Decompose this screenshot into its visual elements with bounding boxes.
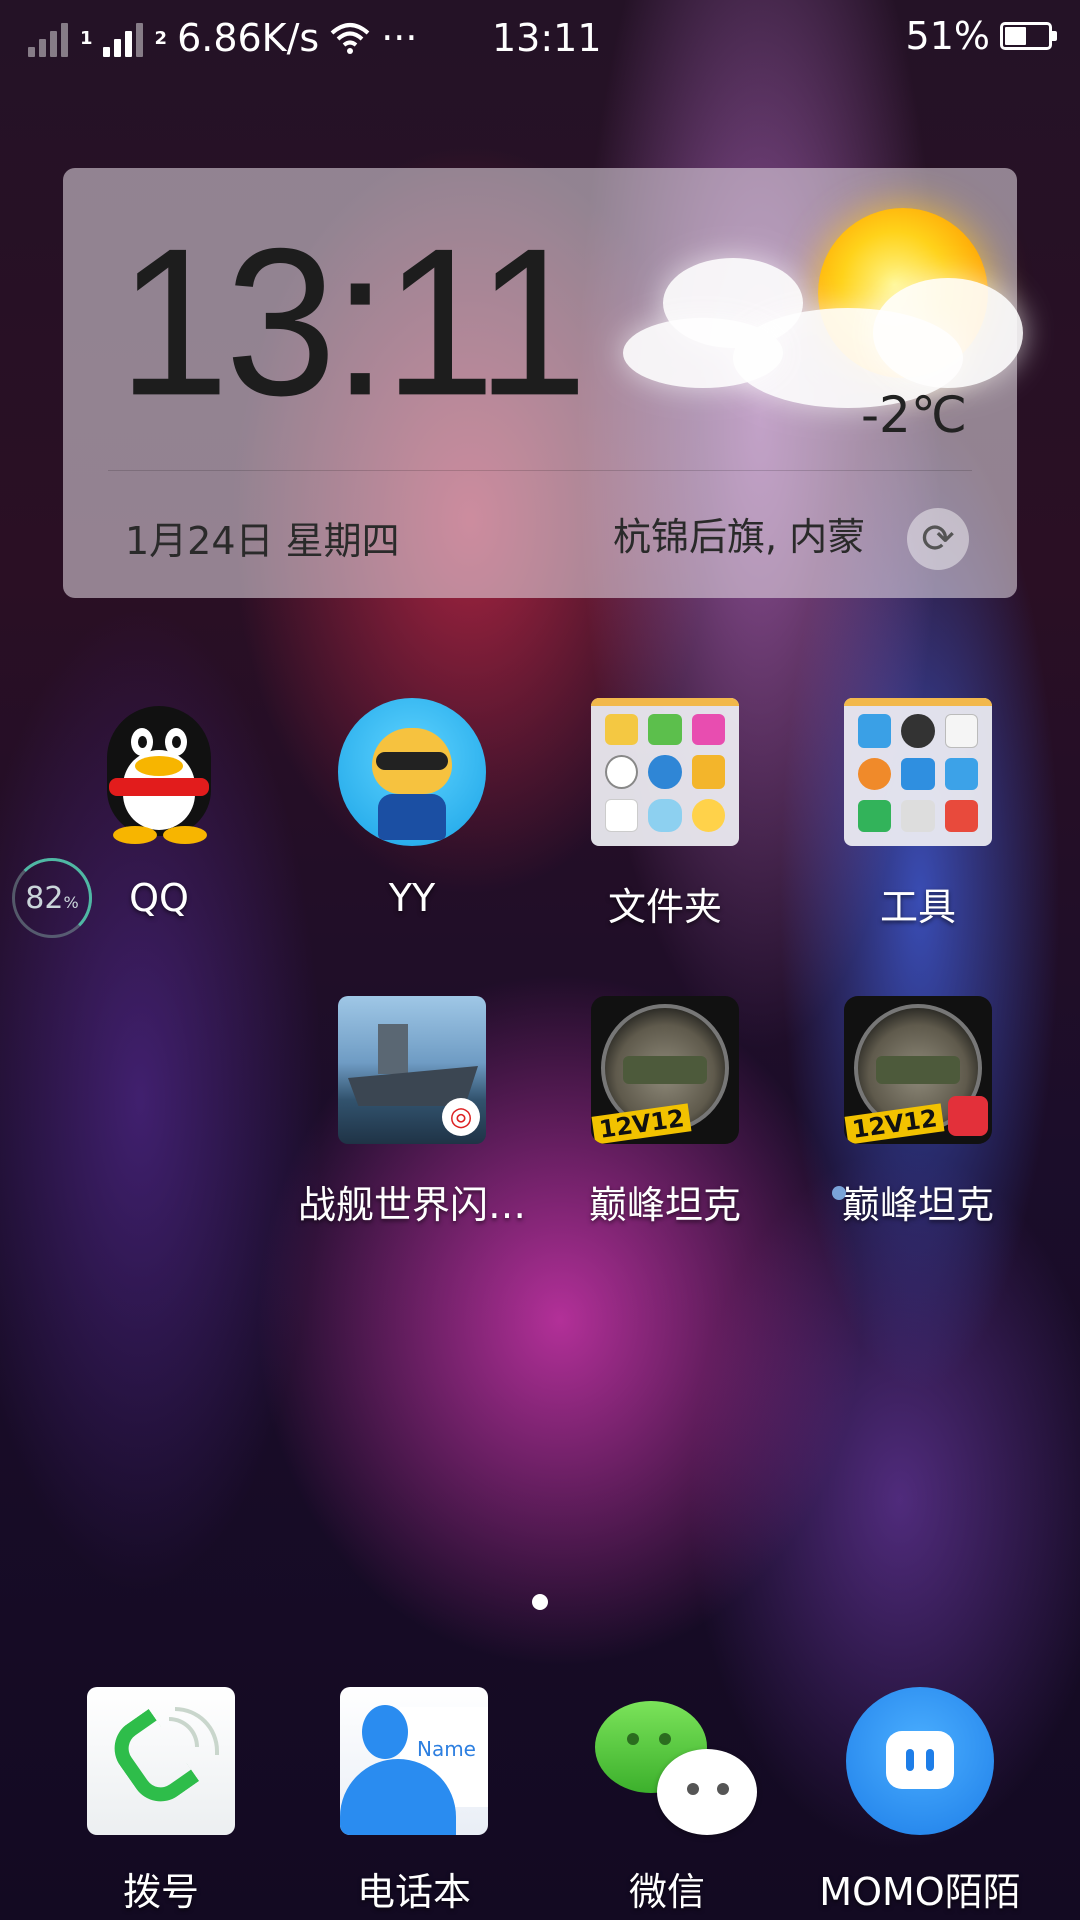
more-indicator: ···: [381, 16, 418, 60]
app-label: 巅峰坦克: [841, 1183, 994, 1227]
tank-scope-icon[interactable]: 12V12: [591, 996, 739, 1144]
signal-icon: [102, 19, 143, 57]
app-warships[interactable]: ◎ 战舰世界闪…: [287, 996, 537, 1229]
tank-badge: 12V12: [591, 1103, 692, 1144]
refresh-icon[interactable]: ⟳: [907, 508, 969, 570]
tank-scope-icon[interactable]: 12V12: [844, 996, 992, 1144]
no-sim-signal-icon: [28, 19, 68, 57]
network-speed: 6.86K/s: [177, 16, 320, 60]
contacts-icon[interactable]: Name: [340, 1687, 488, 1835]
warship-icon[interactable]: ◎: [338, 996, 486, 1144]
dock-contacts[interactable]: Name 电话本: [289, 1687, 539, 1916]
app-tools-folder[interactable]: 工具: [793, 698, 1043, 931]
dock-dialer[interactable]: 拨号: [36, 1687, 286, 1916]
app-label: QQ: [129, 876, 189, 920]
app-label: 战舰世界闪…: [297, 1183, 526, 1227]
temperature: -2℃: [860, 386, 967, 444]
phone-icon[interactable]: [87, 1687, 235, 1835]
weather-clock-widget[interactable]: 13:11 -2℃ 1月24日 星期四 杭锦后旗, 内蒙 ⟳: [63, 168, 1023, 598]
widget-date[interactable]: 1月24日 星期四: [125, 510, 400, 565]
page-indicator-dot[interactable]: [532, 1594, 548, 1610]
battery-icon: [1000, 22, 1057, 50]
app-label: 拨号: [122, 1870, 199, 1914]
momo-icon[interactable]: [846, 1687, 994, 1835]
app-tank-2[interactable]: 12V12 巅峰坦克: [793, 996, 1043, 1229]
widget-time[interactable]: 13:11: [118, 202, 588, 444]
app-label: YY: [388, 876, 436, 920]
app-qq[interactable]: QQ: [34, 698, 284, 920]
folder-icon[interactable]: [591, 698, 739, 846]
sun-cloud-icon: [623, 198, 1043, 428]
new-app-dot: [832, 1186, 846, 1200]
sim1-label: 1: [80, 27, 93, 49]
app-label: 巅峰坦克: [588, 1183, 741, 1227]
app-label: MOMO陌陌: [819, 1870, 1021, 1914]
dock-wechat[interactable]: 微信: [542, 1687, 792, 1916]
app-folder[interactable]: 文件夹: [540, 698, 790, 931]
status-bar: 1 2 6.86K/s ··· 13:11 51%: [0, 0, 1080, 78]
tank-badge: 12V12: [844, 1103, 945, 1144]
app-tank-1[interactable]: 12V12 巅峰坦克: [540, 996, 790, 1229]
contacts-card-label: Name: [416, 1737, 476, 1761]
app-yy[interactable]: YY: [287, 698, 537, 920]
app-label: 文件夹: [607, 885, 722, 929]
sim2-label: 2: [154, 27, 168, 49]
qq-penguin-icon[interactable]: [85, 698, 233, 846]
status-right: 51%: [905, 14, 1057, 58]
app-label: 电话本: [356, 1870, 471, 1914]
status-left: 1 2 6.86K/s ···: [28, 16, 417, 60]
battery-fill: [1005, 27, 1027, 45]
app-label: 工具: [879, 885, 956, 929]
yy-raccoon-icon[interactable]: [338, 698, 486, 846]
widget-divider: [108, 470, 972, 471]
wechat-icon[interactable]: [593, 1687, 757, 1835]
dock-momo[interactable]: MOMO陌陌: [795, 1687, 1045, 1916]
widget-location[interactable]: 杭锦后旗, 内蒙: [613, 506, 953, 561]
tools-folder-icon[interactable]: [844, 698, 992, 846]
wifi-icon: [330, 23, 370, 54]
battery-percent: 51%: [905, 14, 990, 58]
app-label: 微信: [628, 1870, 705, 1914]
status-clock: 13:11: [492, 16, 602, 60]
